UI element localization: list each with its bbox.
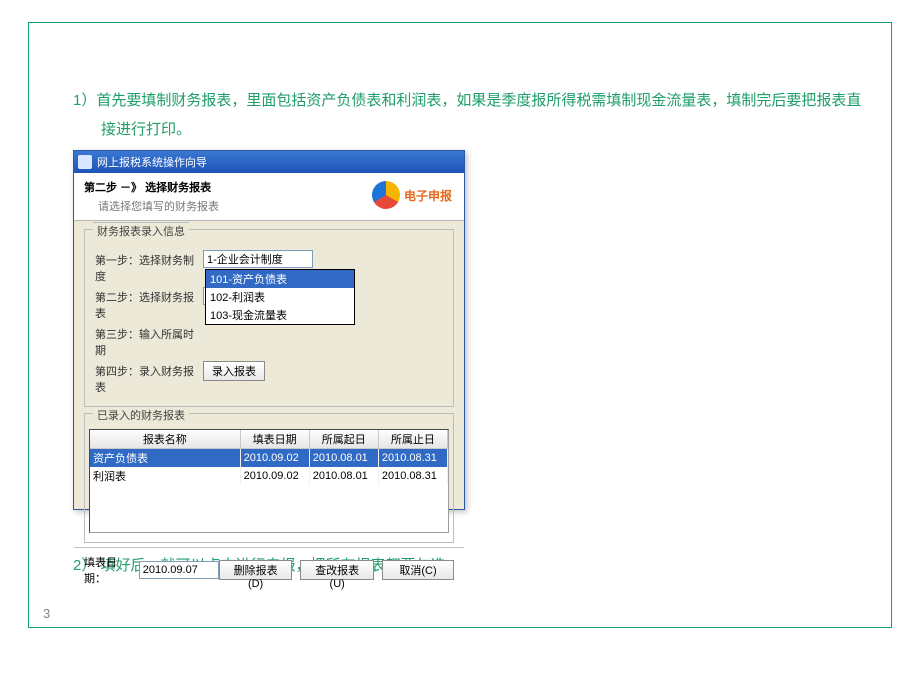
cancel-button[interactable]: 取消(C) [382, 560, 454, 580]
col-name: 报表名称 [90, 430, 240, 449]
cell-d1: 2010.09.02 [240, 449, 309, 468]
dialog-body: 财务报表录入信息 第一步：选择财务制度 第二步：选择财务报表 第三步：输入所属时… [74, 221, 464, 547]
step2-label: 第二步：选择财务报表 [95, 287, 203, 321]
instruction-1: 1）首先要填制财务报表，里面包括资产负债表和利润表，如果是季度报所得税需填制现金… [83, 87, 873, 144]
step2-dropdown-list[interactable]: 101-资产负债表 102-利润表 103-现金流量表 [205, 269, 355, 325]
group-entered-reports: 已录入的财务报表 报表名称 填表日期 所属起日 所属止日 [84, 413, 454, 543]
enter-report-button[interactable]: 录入报表 [203, 361, 265, 381]
step3-label: 第三步：输入所属时期 [95, 324, 203, 358]
titlebar: 网上报税系统操作向导 [74, 151, 464, 173]
wizard-dialog: 网上报税系统操作向导 第二步 －》 选择财务报表 请选择您填写的财务报表 电子申… [73, 150, 465, 510]
col-filldate: 填表日期 [240, 430, 309, 449]
col-to: 所属止日 [378, 430, 447, 449]
wizard-header: 第二步 －》 选择财务报表 请选择您填写的财务报表 电子申报 [74, 173, 464, 221]
cell-d2: 2010.08.01 [309, 449, 378, 468]
cell-d1: 2010.09.02 [240, 467, 309, 485]
logo-icon [372, 181, 400, 209]
document-page: www.bdocx.com 1）首先要填制财务报表，里面包括资产负债表和利润表，… [28, 22, 892, 628]
cell-name: 资产负债表 [90, 449, 240, 468]
table-header-row: 报表名称 填表日期 所属起日 所属止日 [90, 430, 448, 449]
dropdown-opt[interactable]: 103-现金流量表 [206, 306, 354, 324]
step1-label: 第一步：选择财务制度 [95, 250, 203, 284]
group-input-info: 财务报表录入信息 第一步：选择财务制度 第二步：选择财务报表 第三步：输入所属时… [84, 229, 454, 407]
cell-d3: 2010.08.31 [378, 449, 447, 468]
view-report-button[interactable]: 查改报表(U) [300, 560, 374, 580]
fill-date-label: 填表日期： [84, 554, 135, 586]
brand-text: 电子申报 [404, 187, 452, 204]
step4-label: 第四步：录入财务报表 [95, 361, 203, 395]
col-from: 所属起日 [309, 430, 378, 449]
table-row[interactable]: 资产负债表 2010.09.02 2010.08.01 2010.08.31 [90, 449, 448, 468]
fill-date-input[interactable] [139, 561, 219, 579]
brand-logo: 电子申报 [372, 181, 452, 209]
window-title: 网上报税系统操作向导 [97, 154, 207, 170]
dropdown-opt-selected[interactable]: 101-资产负债表 [206, 270, 354, 288]
table-row[interactable]: 利润表 2010.09.02 2010.08.01 2010.08.31 [90, 467, 448, 485]
group-legend-1: 财务报表录入信息 [93, 222, 189, 239]
group-legend-2: 已录入的财务报表 [93, 406, 189, 423]
app-icon [78, 155, 92, 169]
cell-name: 利润表 [90, 467, 240, 485]
cell-d3: 2010.08.31 [378, 467, 447, 485]
dialog-bottom-bar: 填表日期： 删除报表(D) 查改报表(U) 取消(C) [74, 547, 464, 592]
step1-combo[interactable] [203, 250, 313, 268]
cell-d2: 2010.08.01 [309, 467, 378, 485]
page-number: 3 [43, 606, 50, 621]
report-listview[interactable]: 报表名称 填表日期 所属起日 所属止日 资产负债表 2010.09.02 201… [89, 429, 449, 533]
dropdown-opt[interactable]: 102-利润表 [206, 288, 354, 306]
delete-report-button[interactable]: 删除报表(D) [219, 560, 293, 580]
